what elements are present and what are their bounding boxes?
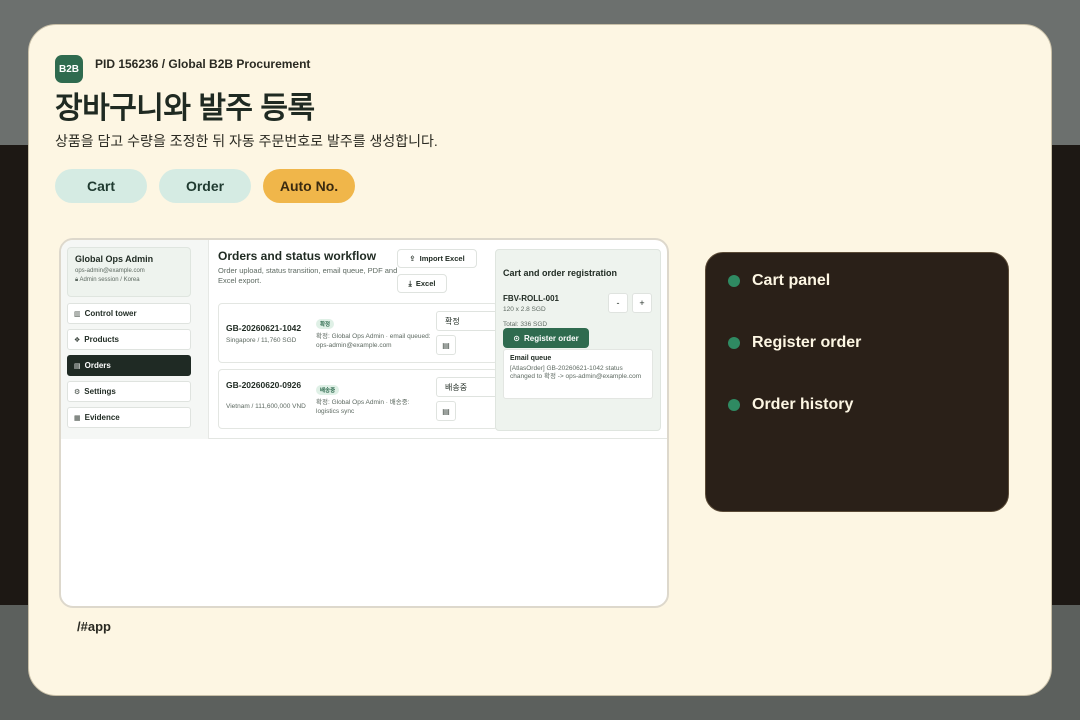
email-queue: Email queue [AtlasOrder] GB-20260621-104…: [503, 349, 653, 399]
orders-description: Order upload, status transition, email q…: [218, 266, 398, 285]
boxes-icon: ❖: [74, 336, 81, 344]
info-item-register-order: Register order: [728, 334, 861, 352]
sidebar-item-settings[interactable]: ⚙ Settings: [67, 381, 191, 402]
pdf-document-icon[interactable]: ▤: [436, 401, 456, 421]
b2b-badge: B2B: [55, 55, 83, 83]
quantity-decrease-button[interactable]: -: [608, 293, 628, 313]
cart-sku: FBV-ROLL-001: [503, 294, 560, 303]
document-icon: ▦: [74, 414, 81, 422]
quantity-increase-button[interactable]: +: [632, 293, 652, 313]
cart-title: Cart and order registration: [503, 268, 618, 278]
order-note: 확정: Global Ops Admin · email queued: ops…: [316, 333, 431, 349]
app-area: Global Ops Admin ops-admin@example.com 🔒…: [61, 240, 667, 439]
status-badge: 확정: [316, 319, 335, 329]
admin-email: ops-admin@example.com: [75, 268, 145, 274]
sidebar-item-label: Products: [84, 335, 119, 344]
project-id: PID 156236 / Global B2B Procurement: [95, 57, 311, 71]
status-select[interactable]: 배송중: [436, 377, 498, 397]
admin-name: Global Ops Admin: [75, 254, 154, 264]
app-screenshot: Global Ops Admin ops-admin@example.com 🔒…: [59, 238, 669, 608]
admin-session: 🔒︎ Admin session / Korea: [75, 277, 183, 284]
pill-order: Order: [159, 169, 251, 203]
info-panel: Cart panel Register order Order history: [705, 252, 1009, 512]
sidebar-item-label: Orders: [84, 361, 111, 370]
slide-card: B2B PID 156236 / Global B2B Procurement …: [28, 24, 1052, 696]
sidebar-item-products[interactable]: ❖ Products: [67, 329, 191, 350]
email-queue-title: Email queue: [510, 355, 552, 362]
lock-icon: 🔒︎: [75, 277, 79, 283]
admin-session-label: Admin session / Korea: [79, 277, 140, 283]
order-location: Singapore / 11,760 SGD: [226, 337, 297, 344]
bullet-dot-icon: [728, 399, 740, 411]
status-badge: 배송중: [316, 385, 340, 395]
sidebar-item-label: Evidence: [84, 413, 120, 422]
orders-title: Orders and status workflow: [218, 249, 377, 263]
cart-panel: Cart and order registration FBV-ROLL-001…: [495, 249, 661, 431]
register-order-label: Register order: [524, 333, 579, 343]
page-subtitle: 상품을 담고 수량을 조정한 뒤 자동 주문번호로 발주를 생성합니다.: [55, 133, 438, 149]
bullet-dot-icon: [728, 275, 740, 287]
sidebar-item-evidence[interactable]: ▦ Evidence: [67, 407, 191, 428]
admin-profile: Global Ops Admin ops-admin@example.com 🔒…: [67, 247, 191, 297]
pill-auto-no: Auto No.: [263, 169, 355, 203]
check-circle-icon: ⊙: [513, 333, 520, 343]
info-item-label: Order history: [752, 396, 854, 413]
sidebar-item-control-tower[interactable]: ▥ Control tower: [67, 303, 191, 324]
info-item-order-history: Order history: [728, 396, 853, 414]
status-select[interactable]: 확정: [436, 311, 498, 331]
pill-cart: Cart: [55, 169, 147, 203]
sidebar: Global Ops Admin ops-admin@example.com 🔒…: [61, 240, 209, 439]
email-queue-text: [AtlasOrder] GB-20260621-1042 status cha…: [510, 365, 642, 381]
url-path: /#app: [77, 619, 111, 634]
excel-export-button[interactable]: ⤓ Excel: [397, 274, 447, 293]
download-icon: ⤓: [408, 278, 412, 288]
pdf-document-icon[interactable]: ▤: [436, 335, 456, 355]
info-item-cart-panel: Cart panel: [728, 272, 830, 290]
clipboard-icon: ▤: [74, 362, 81, 370]
import-excel-button[interactable]: ⇪ Import Excel: [397, 249, 477, 268]
table-row[interactable]: GB-20260621-1042 Singapore / 11,760 SGD …: [218, 303, 498, 363]
order-id: GB-20260621-1042: [226, 323, 302, 333]
order-id: GB-20260620-0926: [226, 380, 302, 390]
order-location: Vietnam / 111,600,000 VND: [226, 403, 306, 410]
cart-total: Total: 336 SGD: [503, 321, 548, 328]
table-row[interactable]: GB-20260620-0926 Vietnam / 111,600,000 V…: [218, 369, 498, 429]
page-title: 장바구니와 발주 등록: [55, 92, 315, 125]
order-note: 확정: Global Ops Admin · 배송중: logistics sy…: [316, 399, 410, 415]
cart-sku-detail: 120 x 2.8 SGD: [503, 306, 546, 313]
chart-icon: ▥: [74, 310, 81, 318]
user-gear-icon: ⚙: [74, 388, 81, 396]
sidebar-item-label: Control tower: [84, 309, 137, 318]
sidebar-item-label: Settings: [84, 387, 116, 396]
info-item-label: Register order: [752, 334, 862, 351]
import-excel-label: Import Excel: [419, 254, 465, 263]
bullet-dot-icon: [728, 337, 740, 349]
excel-label: Excel: [415, 279, 436, 288]
upload-icon: ⇪: [409, 254, 416, 263]
sidebar-item-orders[interactable]: ▤ Orders: [67, 355, 191, 376]
info-item-label: Cart panel: [752, 272, 831, 289]
register-order-button[interactable]: ⊙ Register order: [503, 328, 589, 348]
